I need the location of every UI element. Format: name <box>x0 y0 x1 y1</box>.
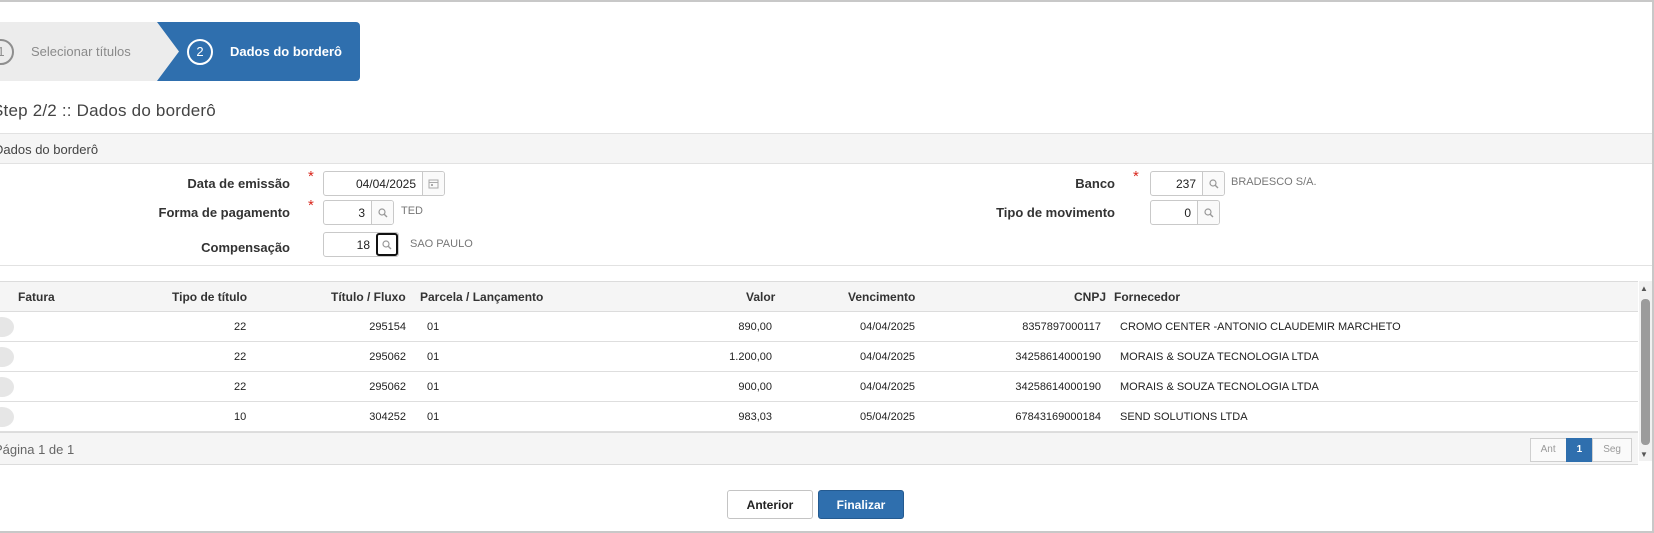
col-cnpj[interactable]: CNPJ <box>1074 290 1106 304</box>
table-row[interactable]: 22 295154 01 890,00 04/04/2025 835789700… <box>0 312 1638 342</box>
forma-pagamento-desc: TED <box>401 205 423 217</box>
row-select-icon[interactable] <box>0 317 14 337</box>
banco-search-button[interactable] <box>1202 172 1224 195</box>
step-bordero-data[interactable]: 2 Dados do borderô <box>157 22 360 81</box>
col-titulo-fluxo[interactable]: Título / Fluxo <box>331 290 406 304</box>
cell-valor: 890,00 <box>738 321 772 333</box>
cell-tipo: 22 <box>234 381 247 393</box>
data-emissao-value: 04/04/2025 <box>355 177 416 191</box>
banco-label: Banco <box>1075 176 1115 191</box>
cell-cnpj: 8357897000117 <box>1022 321 1101 333</box>
cell-parcela: 01 <box>427 321 440 333</box>
forma-pagamento-label: Forma de pagamento <box>158 205 290 220</box>
pagination-prev-button[interactable]: Ant <box>1529 438 1567 462</box>
col-valor[interactable]: Valor <box>746 290 775 304</box>
cell-titulo: 295062 <box>369 351 406 363</box>
compensacao-value: 18 <box>356 238 370 252</box>
compensacao-search-button[interactable] <box>376 233 398 256</box>
cell-titulo: 295062 <box>369 381 406 393</box>
row-select-icon[interactable] <box>0 347 14 367</box>
table-row[interactable]: 22 295062 01 1.200,00 04/04/2025 3425861… <box>0 342 1638 372</box>
tipo-movimento-label: Tipo de movimento <box>996 205 1115 220</box>
table-header: Fatura Tipo de título Título / Fluxo Par… <box>0 281 1638 312</box>
calendar-button[interactable] <box>422 172 444 195</box>
col-vencimento[interactable]: Vencimento <box>848 290 915 304</box>
cell-tipo: 22 <box>234 351 247 363</box>
step-label-1: Selecionar títulos <box>31 44 131 59</box>
previous-button[interactable]: Anterior <box>727 490 813 519</box>
compensacao-field[interactable]: 18 <box>323 232 399 257</box>
search-icon <box>382 239 392 249</box>
compensacao-desc: SAO PAULO <box>410 238 473 250</box>
cell-cnpj: 67843169000184 <box>1015 411 1101 423</box>
forma-pagamento-field[interactable]: 3 <box>323 200 394 225</box>
cell-fornecedor: MORAIS & SOUZA TECNOLOGIA LTDA <box>1120 381 1319 393</box>
col-parcela[interactable]: Parcela / Lançamento <box>420 290 543 304</box>
banco-field[interactable]: 237 <box>1150 171 1225 196</box>
row-select-icon[interactable] <box>0 377 14 397</box>
row-select-icon[interactable] <box>0 407 14 427</box>
forma-pagamento-search-button[interactable] <box>371 201 393 224</box>
data-emissao-field[interactable]: 04/04/2025 <box>323 171 445 196</box>
step-label-2: Dados do borderô <box>230 44 342 59</box>
finish-button[interactable]: Finalizar <box>818 490 904 519</box>
pagination-next-button[interactable]: Seg <box>1592 438 1632 462</box>
table-row[interactable]: 22 295062 01 900,00 04/04/2025 342586140… <box>0 372 1638 402</box>
cell-parcela: 01 <box>427 351 440 363</box>
divider <box>0 265 1652 266</box>
search-icon <box>1203 207 1213 217</box>
table-row[interactable]: 10 304252 01 983,03 05/04/2025 678431690… <box>0 402 1638 432</box>
search-icon <box>377 207 387 217</box>
step-number-2: 2 <box>187 39 213 65</box>
tipo-movimento-field[interactable]: 0 <box>1150 200 1220 225</box>
cell-fornecedor: CROMO CENTER -ANTONIO CLAUDEMIR MARCHETO <box>1120 321 1401 333</box>
table-footer: Página 1 de 1 Ant 1 Seg <box>0 432 1638 465</box>
required-mark: * <box>1133 168 1139 185</box>
cell-tipo: 10 <box>234 411 247 423</box>
search-icon <box>1208 178 1218 188</box>
calendar-icon <box>428 179 439 189</box>
pagination: Ant 1 Seg <box>1529 438 1632 462</box>
cell-titulo: 304252 <box>369 411 406 423</box>
required-mark: * <box>308 197 314 214</box>
cell-valor: 1.200,00 <box>729 351 772 363</box>
cell-vencimento: 04/04/2025 <box>860 381 916 393</box>
cell-valor: 900,00 <box>738 381 772 393</box>
col-fornecedor[interactable]: Fornecedor <box>1114 290 1180 304</box>
section-title: Dados do borderô <box>0 142 99 157</box>
step-number-1: 1 <box>0 39 14 65</box>
wizard-steps: 1 Selecionar títulos 2 Dados do borderô <box>0 22 360 81</box>
scroll-down-icon[interactable]: ▼ <box>1640 450 1648 459</box>
banco-desc: BRADESCO S/A. <box>1231 176 1317 188</box>
forma-pagamento-value: 3 <box>358 206 365 220</box>
page-title: Step 2/2 :: Dados do borderô <box>0 101 216 120</box>
compensacao-label: Compensação <box>201 240 290 255</box>
pagination-page-button[interactable]: 1 <box>1565 438 1594 462</box>
data-emissao-label: Data de emissão <box>187 176 290 191</box>
cell-vencimento: 04/04/2025 <box>860 351 916 363</box>
tipo-movimento-search-button[interactable] <box>1197 201 1219 224</box>
cell-tipo: 22 <box>234 321 247 333</box>
cell-fornecedor: SEND SOLUTIONS LTDA <box>1120 411 1248 423</box>
cell-vencimento: 05/04/2025 <box>860 411 916 423</box>
section-header: Dados do borderô <box>0 133 1652 164</box>
scroll-up-icon[interactable]: ▲ <box>1640 284 1648 293</box>
cell-parcela: 01 <box>427 411 440 423</box>
cell-titulo: 295154 <box>369 321 406 333</box>
app-frame: 1 Selecionar títulos 2 Dados do borderô … <box>0 0 1654 533</box>
tipo-movimento-value: 0 <box>1184 206 1191 220</box>
cell-vencimento: 04/04/2025 <box>860 321 916 333</box>
cell-fornecedor: MORAIS & SOUZA TECNOLOGIA LTDA <box>1120 351 1319 363</box>
scrollbar-thumb[interactable] <box>1641 299 1650 445</box>
cell-cnpj: 34258614000190 <box>1015 351 1101 363</box>
cell-cnpj: 34258614000190 <box>1015 381 1101 393</box>
col-fatura[interactable]: Fatura <box>18 290 55 304</box>
pagination-info: Página 1 de 1 <box>0 442 75 457</box>
step-select-titles[interactable]: 1 Selecionar títulos <box>0 22 180 81</box>
required-mark: * <box>308 168 314 185</box>
col-tipo-titulo[interactable]: Tipo de título <box>172 290 247 304</box>
cell-parcela: 01 <box>427 381 440 393</box>
banco-value: 237 <box>1175 177 1196 191</box>
cell-valor: 983,03 <box>738 411 772 423</box>
